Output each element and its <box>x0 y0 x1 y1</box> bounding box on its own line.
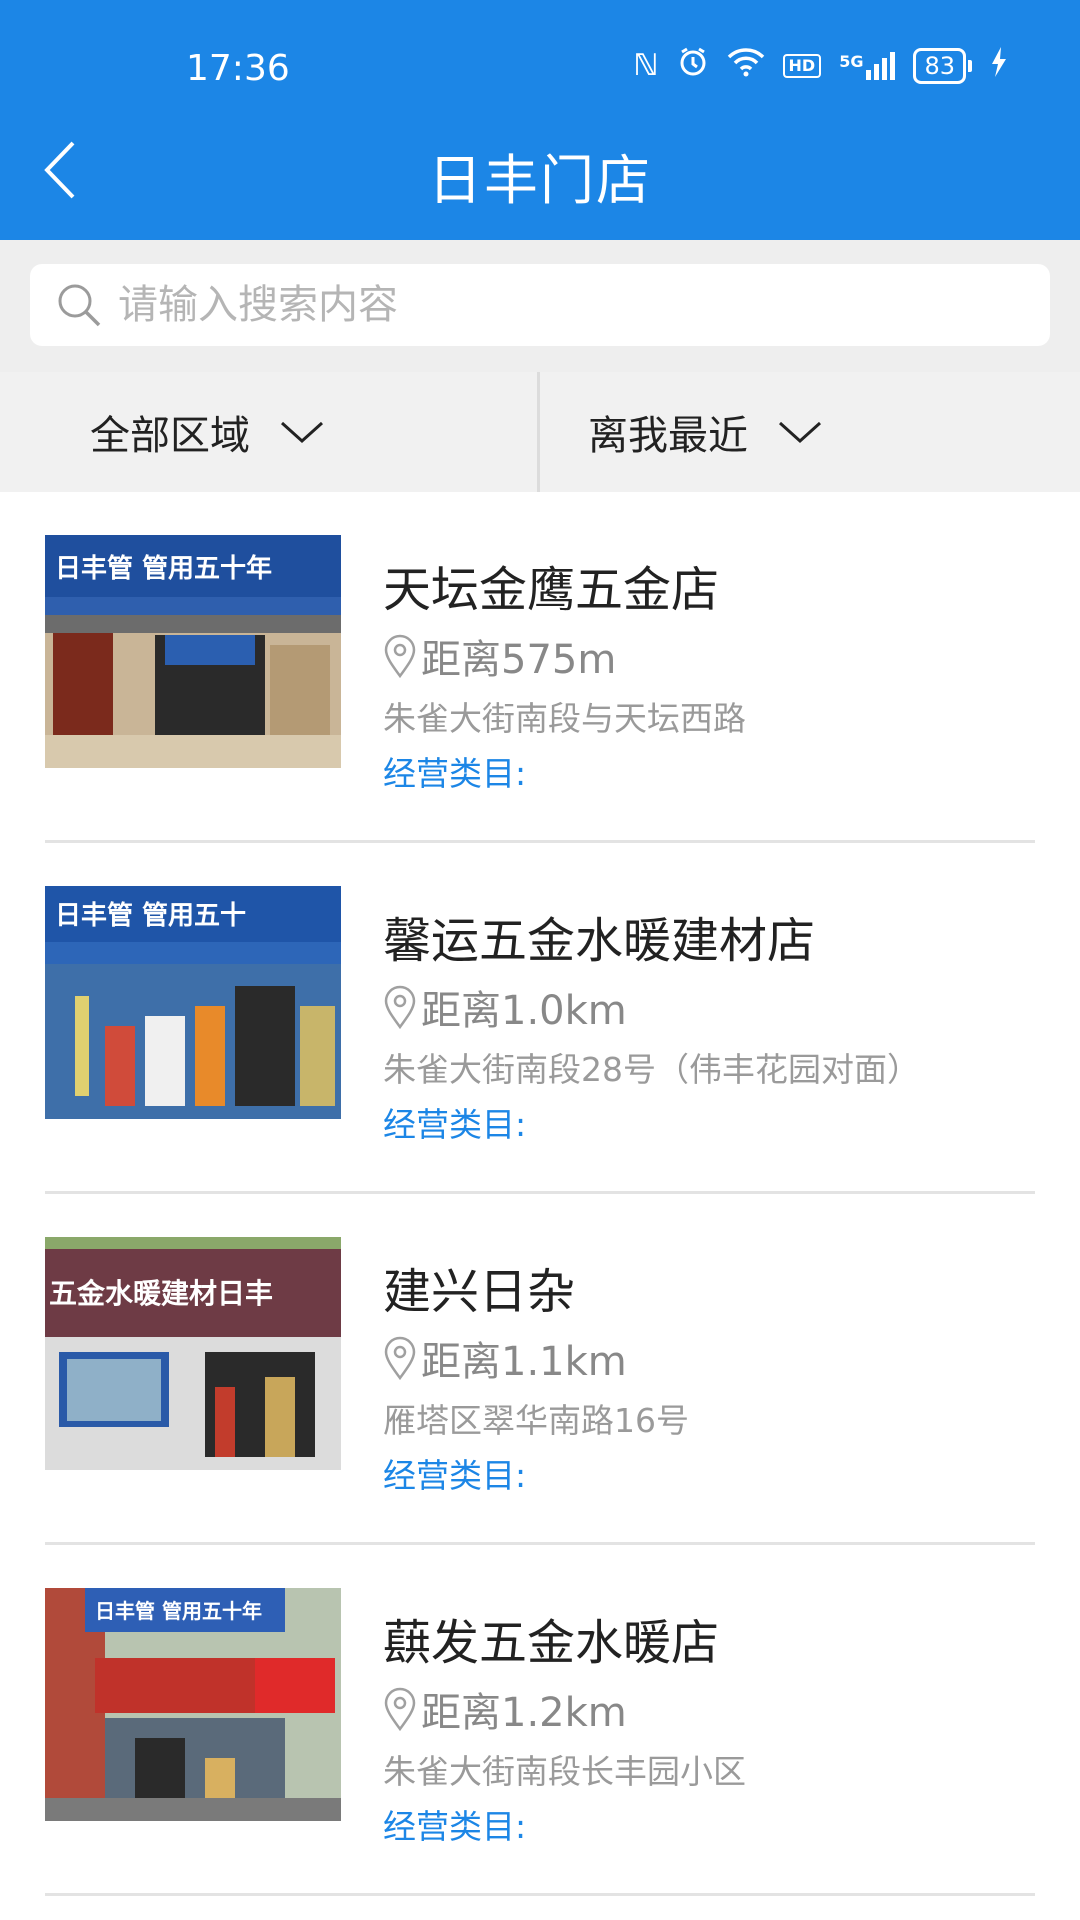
store-distance: 距离1.1km <box>421 1339 627 1385</box>
store-item[interactable]: 日丰管 管用五十 馨运五金水暖建材店 距离1.0km 朱雀大街南段28号（伟丰花… <box>0 843 1080 1194</box>
svg-text:日丰管 管用五十年: 日丰管 管用五十年 <box>95 1599 262 1623</box>
wifi-icon <box>727 47 765 84</box>
network-type: 5G <box>839 51 864 71</box>
store-item[interactable]: 日丰管 管用五十年 蕻发五金水暖店 距离1.2km 朱雀大街南段长丰园小区 经营… <box>0 1545 1080 1896</box>
store-address: 朱雀大街南段长丰园小区 <box>383 1752 746 1791</box>
page-title: 日丰门店 <box>428 149 652 212</box>
divider <box>45 1893 1035 1896</box>
store-distance: 距离1.2km <box>421 1690 627 1736</box>
distance-row: 距离1.2km <box>383 1680 627 1738</box>
store-category-label: 经营类目: <box>383 1807 527 1846</box>
store-distance: 距离1.0km <box>421 988 627 1034</box>
store-category-label: 经营类目: <box>383 1105 527 1144</box>
svg-text:日丰管 管用五十: 日丰管 管用五十 <box>55 901 246 931</box>
alarm-icon <box>677 46 709 85</box>
battery-level: 83 <box>913 47 966 84</box>
search-icon <box>56 282 102 328</box>
chevron-down-icon <box>778 420 822 444</box>
distance-row: 距离1.0km <box>383 978 627 1036</box>
hd-icon: HD <box>782 53 822 78</box>
sort-filter[interactable]: 离我最近 <box>540 372 1080 492</box>
store-photo: 日丰管 管用五十年 <box>45 1588 341 1821</box>
search-area <box>0 240 1080 372</box>
store-address: 雁塔区翠华南路16号 <box>383 1401 689 1440</box>
distance-row: 距离575m <box>383 627 616 685</box>
nfc-icon: ℕ <box>633 48 659 83</box>
svg-text:日丰管 管用五十年: 日丰管 管用五十年 <box>55 553 272 584</box>
store-item[interactable]: 五金水暖建材日丰 建兴日杂 距离1.1km 雁塔区翠华南路16号 经营类目: <box>0 1194 1080 1545</box>
store-category-label: 经营类目: <box>383 754 527 793</box>
location-pin-icon <box>384 1336 416 1380</box>
location-pin-icon <box>384 985 416 1029</box>
svg-text:五金水暖建材日丰: 五金水暖建材日丰 <box>49 1277 273 1310</box>
store-photo: 日丰管 管用五十年 <box>45 535 341 768</box>
search-box[interactable] <box>30 264 1050 346</box>
store-name: 馨运五金水暖建材店 <box>383 913 816 969</box>
store-photo: 五金水暖建材日丰 <box>45 1237 341 1470</box>
store-address: 朱雀大街南段与天坛西路 <box>383 699 746 738</box>
signal-icon: 5G <box>839 51 896 80</box>
store-distance: 距离575m <box>421 637 617 683</box>
location-pin-icon <box>384 1687 416 1731</box>
status-time: 17:36 <box>186 48 290 89</box>
search-input[interactable] <box>116 281 1020 329</box>
store-list: 日丰管 管用五十年 天坛金鹰五金店 距离575m 朱雀大街南段与天坛西路 经营类… <box>0 492 1080 1896</box>
battery-icon: 83 <box>913 47 972 84</box>
store-photo: 日丰管 管用五十 <box>45 886 341 1119</box>
store-name: 天坛金鹰五金店 <box>383 562 720 618</box>
app-header: 17:36 ℕ HD 5G 83 日丰门店 <box>0 0 1080 240</box>
sort-filter-label: 离我最近 <box>588 413 748 459</box>
charging-icon <box>990 47 1008 84</box>
region-filter-label: 全部区域 <box>90 413 250 459</box>
store-address: 朱雀大街南段28号（伟丰花园对面） <box>383 1050 920 1089</box>
store-item[interactable]: 日丰管 管用五十年 天坛金鹰五金店 距离575m 朱雀大街南段与天坛西路 经营类… <box>0 492 1080 843</box>
store-name: 建兴日杂 <box>383 1264 576 1320</box>
chevron-down-icon <box>280 420 324 444</box>
store-category-label: 经营类目: <box>383 1456 527 1495</box>
store-name: 蕻发五金水暖店 <box>383 1615 720 1671</box>
status-icons: ℕ HD 5G 83 <box>633 46 1008 85</box>
filter-bar: 全部区域 离我最近 <box>0 372 1080 492</box>
location-pin-icon <box>384 634 416 678</box>
region-filter[interactable]: 全部区域 <box>0 372 540 492</box>
distance-row: 距离1.1km <box>383 1329 627 1387</box>
